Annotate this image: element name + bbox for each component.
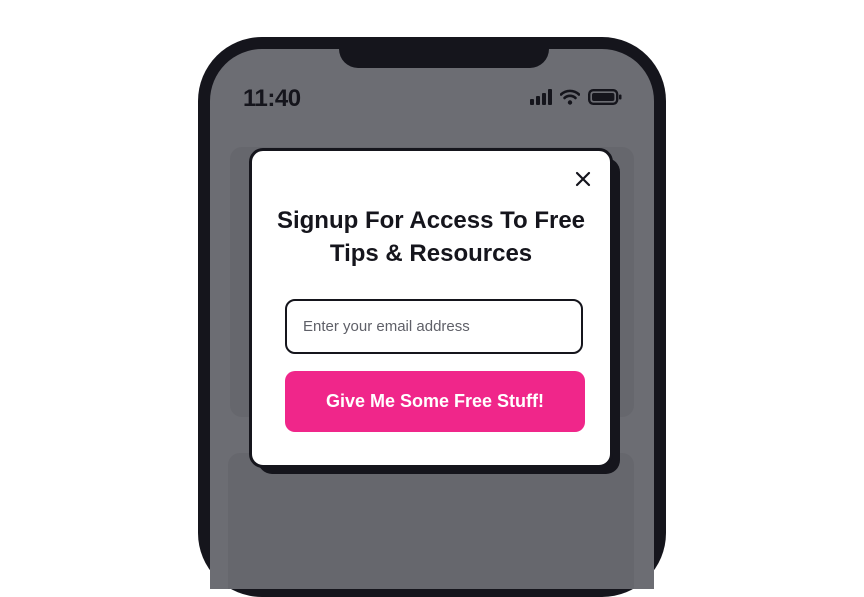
signal-icon	[530, 89, 552, 105]
close-icon[interactable]	[572, 168, 594, 190]
email-input[interactable]	[285, 299, 583, 354]
popup-title-line2: Tips & Resources	[329, 240, 533, 267]
popup-title: Signup For Access To Free Tips & Resourc…	[252, 204, 610, 270]
popup-title-line1: Signup For Access To Free	[276, 207, 586, 234]
status-icons	[530, 89, 622, 105]
status-time: 11:40	[243, 85, 301, 112]
signup-popup: Signup For Access To Free Tips & Resourc…	[249, 148, 613, 468]
phone-notch	[339, 49, 549, 68]
free-stuff-button[interactable]: Give Me Some Free Stuff!	[285, 371, 585, 432]
wifi-icon	[560, 89, 580, 105]
battery-icon	[588, 89, 622, 105]
